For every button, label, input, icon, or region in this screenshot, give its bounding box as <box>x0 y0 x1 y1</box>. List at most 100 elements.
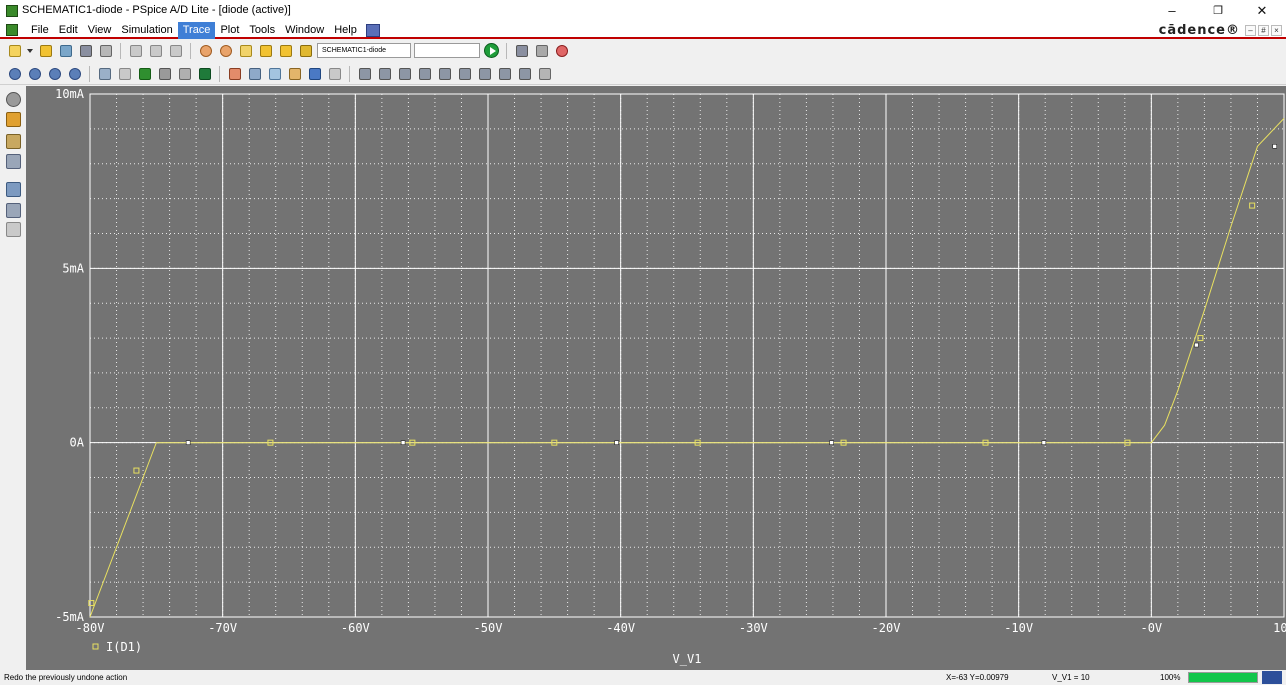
y-tick-label: 10mA <box>55 87 85 101</box>
add-trace-button[interactable] <box>136 65 153 82</box>
export-excel-button[interactable] <box>196 65 213 82</box>
pause-icon <box>535 44 548 57</box>
cursor-trough-button[interactable] <box>376 65 393 82</box>
document-icon[interactable] <box>6 24 18 36</box>
cadence-logo: cādence® <box>1158 23 1240 38</box>
label-text-button[interactable] <box>266 65 283 82</box>
excel-icon <box>198 67 211 80</box>
undo-button[interactable] <box>197 42 214 59</box>
settings-icon <box>299 44 312 57</box>
print-button[interactable] <box>97 42 114 59</box>
trace-marker-dot <box>185 440 191 445</box>
menu-plot[interactable]: Plot <box>215 22 244 39</box>
output-file-icon[interactable] <box>6 134 21 149</box>
mdi-minimize-button[interactable]: – <box>1245 25 1256 36</box>
log-x-axis-button[interactable] <box>96 65 113 82</box>
x-tick-label: -0V <box>1140 621 1162 635</box>
profile-icon <box>239 44 252 57</box>
copy-button[interactable] <box>147 42 164 59</box>
previous-transition-icon <box>518 67 531 80</box>
menu-tools[interactable]: Tools <box>244 22 280 39</box>
left-toolbar <box>0 86 26 670</box>
cut-button[interactable] <box>127 42 144 59</box>
next-transition-button[interactable] <box>496 65 513 82</box>
cursor-search-button[interactable] <box>476 65 493 82</box>
view-simulation-output-button[interactable] <box>513 42 530 59</box>
trace-marker-dot <box>400 440 406 445</box>
profile-selector[interactable] <box>414 43 480 58</box>
new-file-button[interactable] <box>6 42 23 59</box>
select-button[interactable] <box>306 65 323 82</box>
mdi-restore-button[interactable]: # <box>1258 25 1269 36</box>
save-button[interactable] <box>77 42 94 59</box>
probe-icon[interactable] <box>6 182 21 197</box>
mdi-close-button[interactable]: × <box>1271 25 1282 36</box>
simulation-message-icon[interactable] <box>6 112 21 127</box>
stop-icon <box>555 44 568 57</box>
trace-marker-dot <box>1041 440 1047 445</box>
zoom-area-button[interactable] <box>46 65 63 82</box>
plot-window[interactable]: 10mA 5mA 0A -5mA -80V -70V -60V -50V -40V -30V -20… <box>26 86 1286 670</box>
menu-window[interactable]: Window <box>280 22 329 39</box>
menu-view[interactable]: View <box>83 22 117 39</box>
cursor-point-button[interactable] <box>456 65 473 82</box>
pause-button[interactable] <box>533 42 550 59</box>
menu-help[interactable]: Help <box>329 22 362 39</box>
menu-edit[interactable]: Edit <box>54 22 83 39</box>
open-simulation-button[interactable] <box>57 42 74 59</box>
toolbar-separator <box>89 65 90 82</box>
toolbar-separator <box>349 65 350 82</box>
line-label-icon <box>288 67 301 80</box>
close-button[interactable]: ✕ <box>1240 0 1284 22</box>
new-profile-button[interactable] <box>257 42 274 59</box>
plot-window-templates-button[interactable] <box>176 65 193 82</box>
run-button-side[interactable] <box>6 92 21 107</box>
zoom-area-icon <box>48 67 61 80</box>
text-label-icon <box>268 67 281 80</box>
zoom-fit-button[interactable] <box>66 65 83 82</box>
label-line-button[interactable] <box>286 65 303 82</box>
simulation-settings-button[interactable] <box>297 42 314 59</box>
edit-simulation-button[interactable] <box>277 42 294 59</box>
dropdown-arrow-button[interactable] <box>26 42 34 59</box>
toggle-cursor-button[interactable] <box>226 65 243 82</box>
restore-button[interactable]: ❐ <box>1196 0 1240 22</box>
mark-data-points-button[interactable] <box>326 65 343 82</box>
context-help-icon[interactable] <box>365 24 380 37</box>
trace-marker-dot <box>1272 143 1278 149</box>
cursor-peak-button[interactable] <box>356 65 373 82</box>
cursor-peak-icon <box>358 67 371 80</box>
cursor-max-button[interactable] <box>436 65 453 82</box>
edit-probe-icon[interactable] <box>6 203 21 218</box>
minimize-button[interactable]: – <box>1150 0 1194 22</box>
redo-button[interactable] <box>217 42 234 59</box>
zoom-in-button[interactable] <box>6 65 23 82</box>
stop-button[interactable] <box>553 42 570 59</box>
cursor-min-icon <box>418 67 431 80</box>
menu-bar: File Edit View Simulation Trace Plot Too… <box>0 22 1286 39</box>
previous-transition-button[interactable] <box>516 65 533 82</box>
cursor-min-button[interactable] <box>416 65 433 82</box>
properties-icon[interactable] <box>6 222 21 237</box>
menu-file[interactable]: File <box>26 22 54 39</box>
menu-simulation[interactable]: Simulation <box>116 22 177 39</box>
paste-button[interactable] <box>167 42 184 59</box>
open-button[interactable] <box>37 42 54 59</box>
menu-trace[interactable]: Trace <box>177 22 216 39</box>
edit-sim-icon <box>279 44 292 57</box>
evaluate-measurement-button[interactable] <box>246 65 263 82</box>
run-button[interactable] <box>483 42 500 59</box>
zoom-out-button[interactable] <box>26 65 43 82</box>
waveform-plot[interactable]: 10mA5mA0A-5mA-80V -70V -60V -50V -40V -30V -20… <box>26 86 1286 670</box>
cursor-slope-button[interactable] <box>396 65 413 82</box>
simulation-profile-field[interactable]: SCHEMATIC1-diode <box>317 43 411 58</box>
mark-label-button[interactable] <box>536 65 553 82</box>
next-transition-icon <box>498 67 511 80</box>
cursor-max-icon <box>438 67 451 80</box>
sweep-value: V_V1 = 10 <box>1052 673 1090 682</box>
performance-analysis-button[interactable] <box>156 65 173 82</box>
edit-profile-button[interactable] <box>237 42 254 59</box>
fourier-button[interactable] <box>116 65 133 82</box>
waveform-icon[interactable] <box>6 154 21 169</box>
fourier-icon <box>118 67 131 80</box>
